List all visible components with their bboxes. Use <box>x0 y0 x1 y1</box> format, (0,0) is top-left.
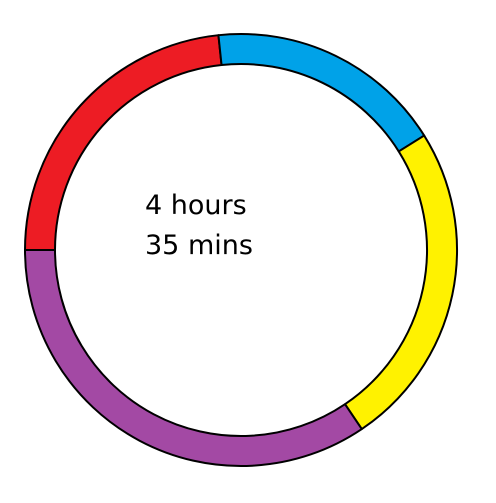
ring-segment-purple <box>24 249 363 467</box>
duration-hours-text: 4 hours <box>145 190 247 221</box>
duration-label: 4 hours 35 mins <box>145 186 253 266</box>
duration-mins-text: 35 mins <box>145 230 253 261</box>
ring-segment-blue <box>217 33 426 153</box>
ring-segment-yellow <box>344 134 458 431</box>
